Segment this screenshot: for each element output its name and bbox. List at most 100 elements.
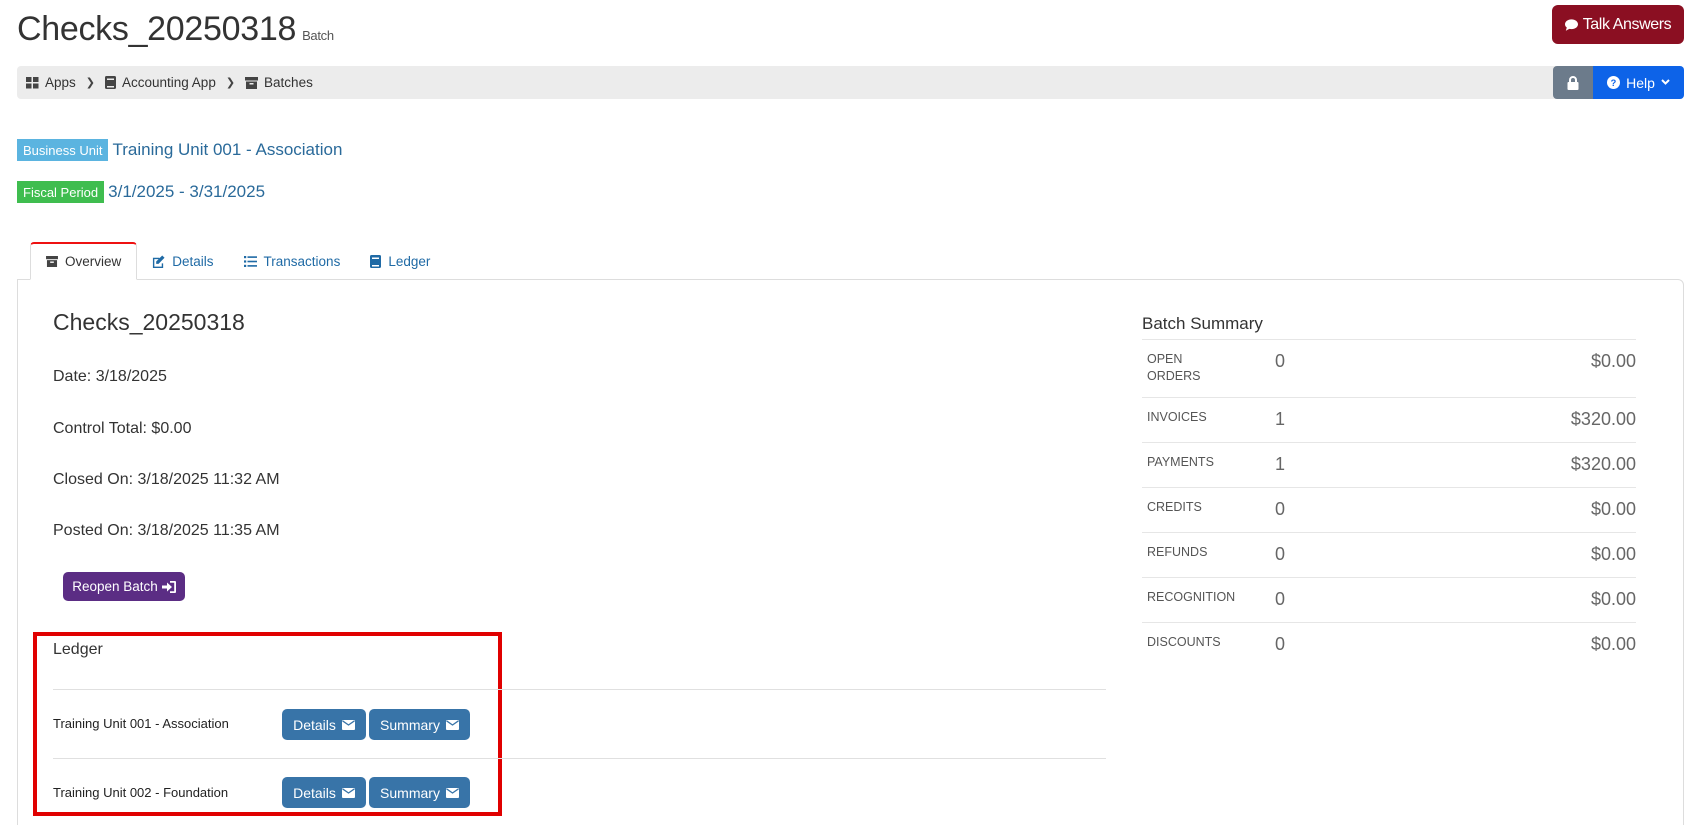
tab-ledger-label: Ledger <box>388 253 431 269</box>
ledger-summary-button[interactable]: Summary <box>369 777 470 808</box>
summary-row-name: OPEN ORDERS <box>1147 352 1201 383</box>
talk-answers-label: Talk Answers <box>1582 15 1672 33</box>
summary-row-amount: $0.00 <box>1590 351 1636 371</box>
summary-row-count: 0 <box>1275 589 1286 609</box>
help-label: Help <box>1626 74 1655 91</box>
list-icon <box>243 255 257 267</box>
summary-row-count: 0 <box>1275 351 1286 371</box>
svg-text:?: ? <box>1611 78 1617 88</box>
help-dropdown-button[interactable]: ? Help <box>1593 66 1684 99</box>
tab-transactions-label: Transactions <box>263 253 341 269</box>
comment-icon <box>1564 18 1578 31</box>
ledger-details-label: Details <box>293 716 336 733</box>
batch-summary-table: OPEN ORDERS 0 $0.00 INVOICES 1 $320.00 P… <box>1142 339 1636 667</box>
envelope-icon <box>445 719 459 730</box>
breadcrumb-batches-label: Batches <box>264 75 313 90</box>
summary-row-name: REFUNDS <box>1147 545 1208 559</box>
reopen-batch-label: Reopen Batch <box>72 579 158 594</box>
envelope-icon <box>445 787 459 798</box>
chevron-right-icon: ❯ <box>225 77 236 89</box>
envelope-icon <box>341 787 355 798</box>
question-circle-icon: ? <box>1607 76 1621 89</box>
archive-icon <box>245 76 259 89</box>
summary-row-count: 0 <box>1275 544 1286 564</box>
envelope-icon <box>341 719 355 730</box>
summary-row-name: RECOGNITION <box>1147 590 1236 604</box>
summary-row-name: CREDITS <box>1147 500 1202 514</box>
summary-row-discounts: DISCOUNTS 0 $0.00 <box>1142 622 1636 667</box>
summary-row-count: 0 <box>1275 634 1286 654</box>
summary-row-payments: PAYMENTS 1 $320.00 <box>1142 442 1636 487</box>
summary-row-credits: CREDITS 0 $0.00 <box>1142 487 1636 532</box>
batch-name: Checks_20250318 <box>53 309 245 335</box>
book-icon <box>370 254 382 268</box>
lock-icon <box>1567 75 1579 90</box>
book-icon <box>105 76 116 89</box>
breadcrumb-apps[interactable]: Apps <box>26 75 76 90</box>
page-title-text: Checks_20250318 <box>17 10 297 48</box>
ledger-summary-button[interactable]: Summary <box>369 709 470 740</box>
breadcrumb-apps-label: Apps <box>45 75 76 90</box>
divider <box>53 689 1106 690</box>
fiscal-period-link[interactable]: 3/1/2025 - 3/31/2025 <box>108 182 265 202</box>
reopen-batch-button[interactable]: Reopen Batch <box>63 572 185 601</box>
summary-row-amount: $320.00 <box>1570 454 1636 474</box>
batch-date: Date: 3/18/2025 <box>53 368 167 385</box>
archive-icon <box>46 256 58 267</box>
ledger-details-label: Details <box>293 784 336 801</box>
summary-row-recognition: RECOGNITION 0 $0.00 <box>1142 577 1636 622</box>
summary-row-amount: $0.00 <box>1590 499 1636 519</box>
summary-row-invoices: INVOICES 1 $320.00 <box>1142 397 1636 442</box>
tab-overview[interactable]: Overview <box>30 242 138 280</box>
chevron-right-icon: ❯ <box>85 77 95 89</box>
breadcrumb: Apps ❯ Accounting App ❯ Batches <box>26 66 313 99</box>
edit-icon <box>153 254 165 268</box>
summary-row-amount: $0.00 <box>1590 634 1636 654</box>
batch-posted-on: Posted On: 3/18/2025 11:35 AM <box>53 522 280 539</box>
ledger-details-button[interactable]: Details <box>282 709 366 740</box>
summary-row-count: 1 <box>1275 454 1286 474</box>
ledger-summary-label: Summary <box>380 784 440 801</box>
ledger-summary-label: Summary <box>380 716 440 733</box>
summary-row-name: INVOICES <box>1147 410 1207 424</box>
page-title: Checks_20250318 Batch <box>17 10 334 49</box>
tab-details-label: Details <box>172 253 214 269</box>
fiscal-period-badge: Fiscal Period <box>17 181 105 203</box>
sign-in-icon <box>161 580 176 593</box>
business-unit-badge: Business Unit <box>17 139 109 161</box>
breadcrumb-batches[interactable]: Batches <box>245 75 313 90</box>
summary-row-name: DISCOUNTS <box>1147 635 1221 649</box>
lock-button[interactable] <box>1553 66 1593 99</box>
summary-row-open-orders: OPEN ORDERS 0 $0.00 <box>1142 339 1636 397</box>
breadcrumb-bar: Apps ❯ Accounting App ❯ Batches <box>17 66 1684 99</box>
tab-overview-label: Overview <box>65 254 122 269</box>
tab-ledger[interactable]: Ledger <box>355 242 445 280</box>
ledger-row-unit-label: Training Unit 002 - Foundation <box>53 785 229 800</box>
summary-row-amount: $0.00 <box>1590 544 1636 564</box>
tab-transactions[interactable]: Transactions <box>229 242 356 280</box>
batch-summary-title: Batch Summary <box>1142 314 1263 333</box>
summary-row-amount: $0.00 <box>1590 589 1636 609</box>
summary-row-refunds: REFUNDS 0 $0.00 <box>1142 532 1636 577</box>
ledger-title: Ledger <box>53 641 103 658</box>
breadcrumb-accounting-label: Accounting App <box>122 75 216 90</box>
divider <box>53 758 1106 759</box>
tab-details[interactable]: Details <box>137 242 228 280</box>
business-unit-link[interactable]: Training Unit 001 - Association <box>112 140 342 160</box>
summary-row-name: PAYMENTS <box>1147 455 1214 469</box>
batch-closed-on: Closed On: 3/18/2025 11:32 AM <box>53 471 280 488</box>
fiscal-period-row: Fiscal Period 3/1/2025 - 3/31/2025 <box>17 181 265 203</box>
ledger-row-unit-label: Training Unit 001 - Association <box>53 716 229 731</box>
summary-row-count: 1 <box>1275 409 1286 429</box>
breadcrumb-accounting-app[interactable]: Accounting App <box>105 75 216 90</box>
summary-row-amount: $320.00 <box>1570 409 1636 429</box>
business-unit-row: Business Unit Training Unit 001 - Associ… <box>17 139 342 161</box>
chevron-down-icon <box>1661 79 1670 85</box>
batch-control-total: Control Total: $0.00 <box>53 420 192 437</box>
grid-icon <box>26 76 39 88</box>
tab-bar: Overview Details Transactions Ledger <box>30 242 445 280</box>
talk-answers-button[interactable]: Talk Answers <box>1552 5 1684 44</box>
summary-row-count: 0 <box>1275 499 1286 519</box>
page-subtitle: Batch <box>302 28 334 43</box>
ledger-details-button[interactable]: Details <box>282 777 366 808</box>
